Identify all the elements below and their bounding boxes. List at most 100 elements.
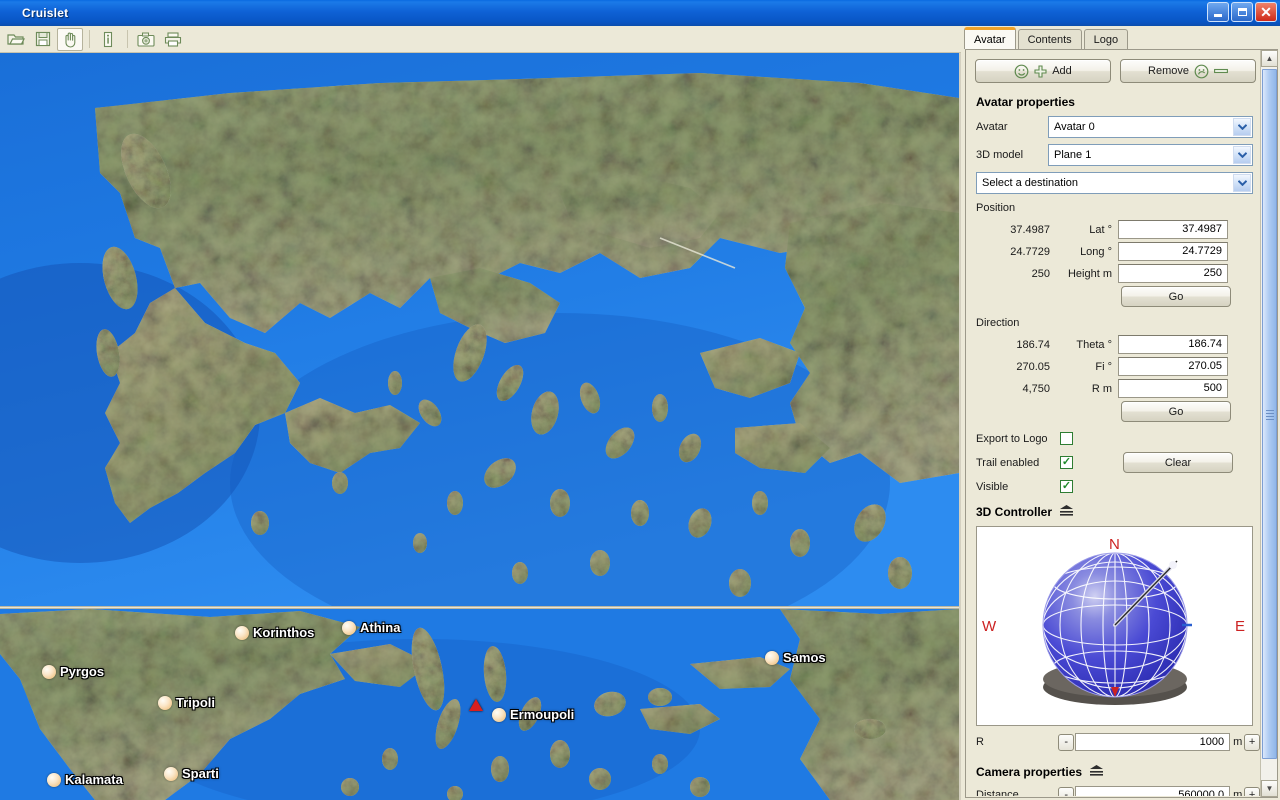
fi-input[interactable]: 270.05 [1118,357,1228,376]
chevron-down-icon[interactable] [1233,118,1251,136]
info-icon[interactable] [95,28,121,51]
panel-scrollbar[interactable]: ▲ ▼ [1260,50,1278,797]
clear-trail-button[interactable]: Clear [1123,452,1233,473]
city-marker[interactable]: Kalamata [47,772,123,787]
distance-control-row: Distance - 560000.0 m + [976,786,1260,796]
city-marker[interactable]: Korinthos [235,625,314,640]
long-shadow-value: 24.7729 [1010,245,1050,258]
svg-text:W: W [982,618,997,635]
position-section-label: Position [976,202,1016,214]
city-marker[interactable]: Samos [765,650,826,665]
city-marker[interactable]: Tripoli [158,695,215,710]
destination-select[interactable]: Select a destination [976,172,1253,194]
distance-increment-button[interactable]: + [1244,786,1260,796]
tab-contents-label: Contents [1027,33,1072,46]
tab-contents[interactable]: Contents [1017,29,1082,49]
direction-go-label: Go [1168,405,1184,418]
right-properties-panel: Avatar Contents Logo Add Remove Avatar p… [961,26,1280,800]
collapse-icon[interactable] [1089,765,1104,779]
avatar-panel-content: Add Remove Avatar properties Avatar Avat… [967,51,1260,796]
restore-icon [1237,8,1247,16]
city-marker[interactable]: Pyrgos [42,664,104,679]
tab-avatar[interactable]: Avatar [964,27,1016,49]
main-3d-map-view[interactable] [0,53,959,606]
city-dot-icon [765,650,779,665]
open-icon[interactable] [3,28,29,51]
city-label: Korinthos [253,625,315,640]
toolbar-separator-1 [89,30,90,48]
r-increment-button[interactable]: + [1244,733,1260,751]
distance-unit-label: m [1233,789,1243,796]
lat-input[interactable]: 37.4987 [1118,220,1228,239]
scrollbar-thumb[interactable] [1262,69,1277,759]
check-icon: ✓ [1061,480,1072,492]
controller-section-title: 3D Controller [976,505,1260,519]
close-button[interactable]: ✕ [1255,2,1277,22]
chevron-down-icon[interactable] [1233,146,1251,164]
add-avatar-button[interactable]: Add [975,59,1111,83]
scroll-down-icon[interactable]: ▼ [1261,780,1278,797]
maximize-button[interactable] [1231,2,1253,22]
city-marker[interactable]: Sparti [164,766,219,781]
distance-input[interactable]: 560000.0 [1075,786,1231,796]
r-decrement-button[interactable]: - [1058,733,1075,751]
3d-controller-globe[interactable]: N W E [976,526,1253,726]
city-dot-icon [492,707,506,722]
minimize-icon [1214,14,1222,17]
trail-enabled-checkbox[interactable]: ✓ [1060,456,1073,469]
hand-icon[interactable] [57,27,83,51]
smiley-icon [1014,64,1029,78]
model-select[interactable]: Plane 1 [1048,144,1253,166]
remove-avatar-button[interactable]: Remove [1120,59,1256,83]
model-select-row: 3D model Plane 1 [976,144,1260,166]
save-icon[interactable] [30,28,56,51]
theta-row: 186.74 Theta ° 186.74 [976,335,1260,354]
city-marker[interactable]: Athina [342,620,400,635]
avatar-position-marker[interactable] [469,699,483,711]
city-label: Samos [783,650,826,665]
model-select-label: 3D model [976,149,1024,161]
trail-enabled-label: Trail enabled [976,456,1040,469]
theta-input[interactable]: 186.74 [1118,335,1228,354]
visible-label: Visible [976,480,1009,493]
city-label: Pyrgos [60,664,105,679]
toolbar-separator-2 [127,30,128,48]
city-label: Kalamata [65,772,123,787]
plus-icon [1034,64,1047,78]
distance-decrement-button[interactable]: - [1058,786,1075,796]
avatar-select-value: Avatar 0 [1054,121,1095,133]
city-dot-icon [164,766,178,781]
theta-unit-label: Theta ° [1076,338,1112,351]
tab-logo-label: Logo [1093,33,1119,46]
camera-icon[interactable] [133,28,159,51]
r-control-row: R - 1000 m + [976,733,1260,751]
position-go-button[interactable]: Go [1121,286,1231,307]
camera-section-title: Camera properties [976,765,1260,779]
chevron-down-icon[interactable] [1233,174,1251,192]
direction-section-label: Direction [976,317,1020,329]
avatar-action-buttons: Add Remove [975,59,1260,83]
visible-checkbox[interactable]: ✓ [1060,480,1073,493]
tab-logo[interactable]: Logo [1083,29,1129,49]
city-dot-icon [342,620,356,635]
avatar-select[interactable]: Avatar 0 [1048,116,1253,138]
minimize-button[interactable] [1207,2,1229,22]
export-to-logo-checkbox[interactable] [1060,432,1073,445]
long-input[interactable]: 24.7729 [1118,242,1228,261]
add-avatar-label: Add [1052,65,1072,77]
globe-canvas: N W E [982,536,1245,705]
collapse-icon[interactable] [1059,505,1074,519]
lat-row: 37.4987 Lat ° 37.4987 [976,220,1260,239]
overview-map-view[interactable]: Korinthos Athina Pyrgos Tripoli Samos Ermoupo… [0,609,959,800]
city-marker[interactable]: Ermoupoli [492,707,574,722]
city-dot-icon [158,695,172,710]
direction-go-button[interactable]: Go [1121,401,1231,422]
avatar-select-row: Avatar Avatar 0 [976,116,1260,138]
radius-input[interactable]: 500 [1118,379,1228,398]
panel-tabs: Avatar Contents Logo [964,27,1129,49]
r-input[interactable]: 1000 [1075,733,1231,751]
print-icon[interactable] [160,28,186,51]
scroll-up-icon[interactable]: ▲ [1261,50,1278,67]
long-unit-label: Long ° [1080,245,1112,258]
height-input[interactable]: 250 [1118,264,1228,283]
